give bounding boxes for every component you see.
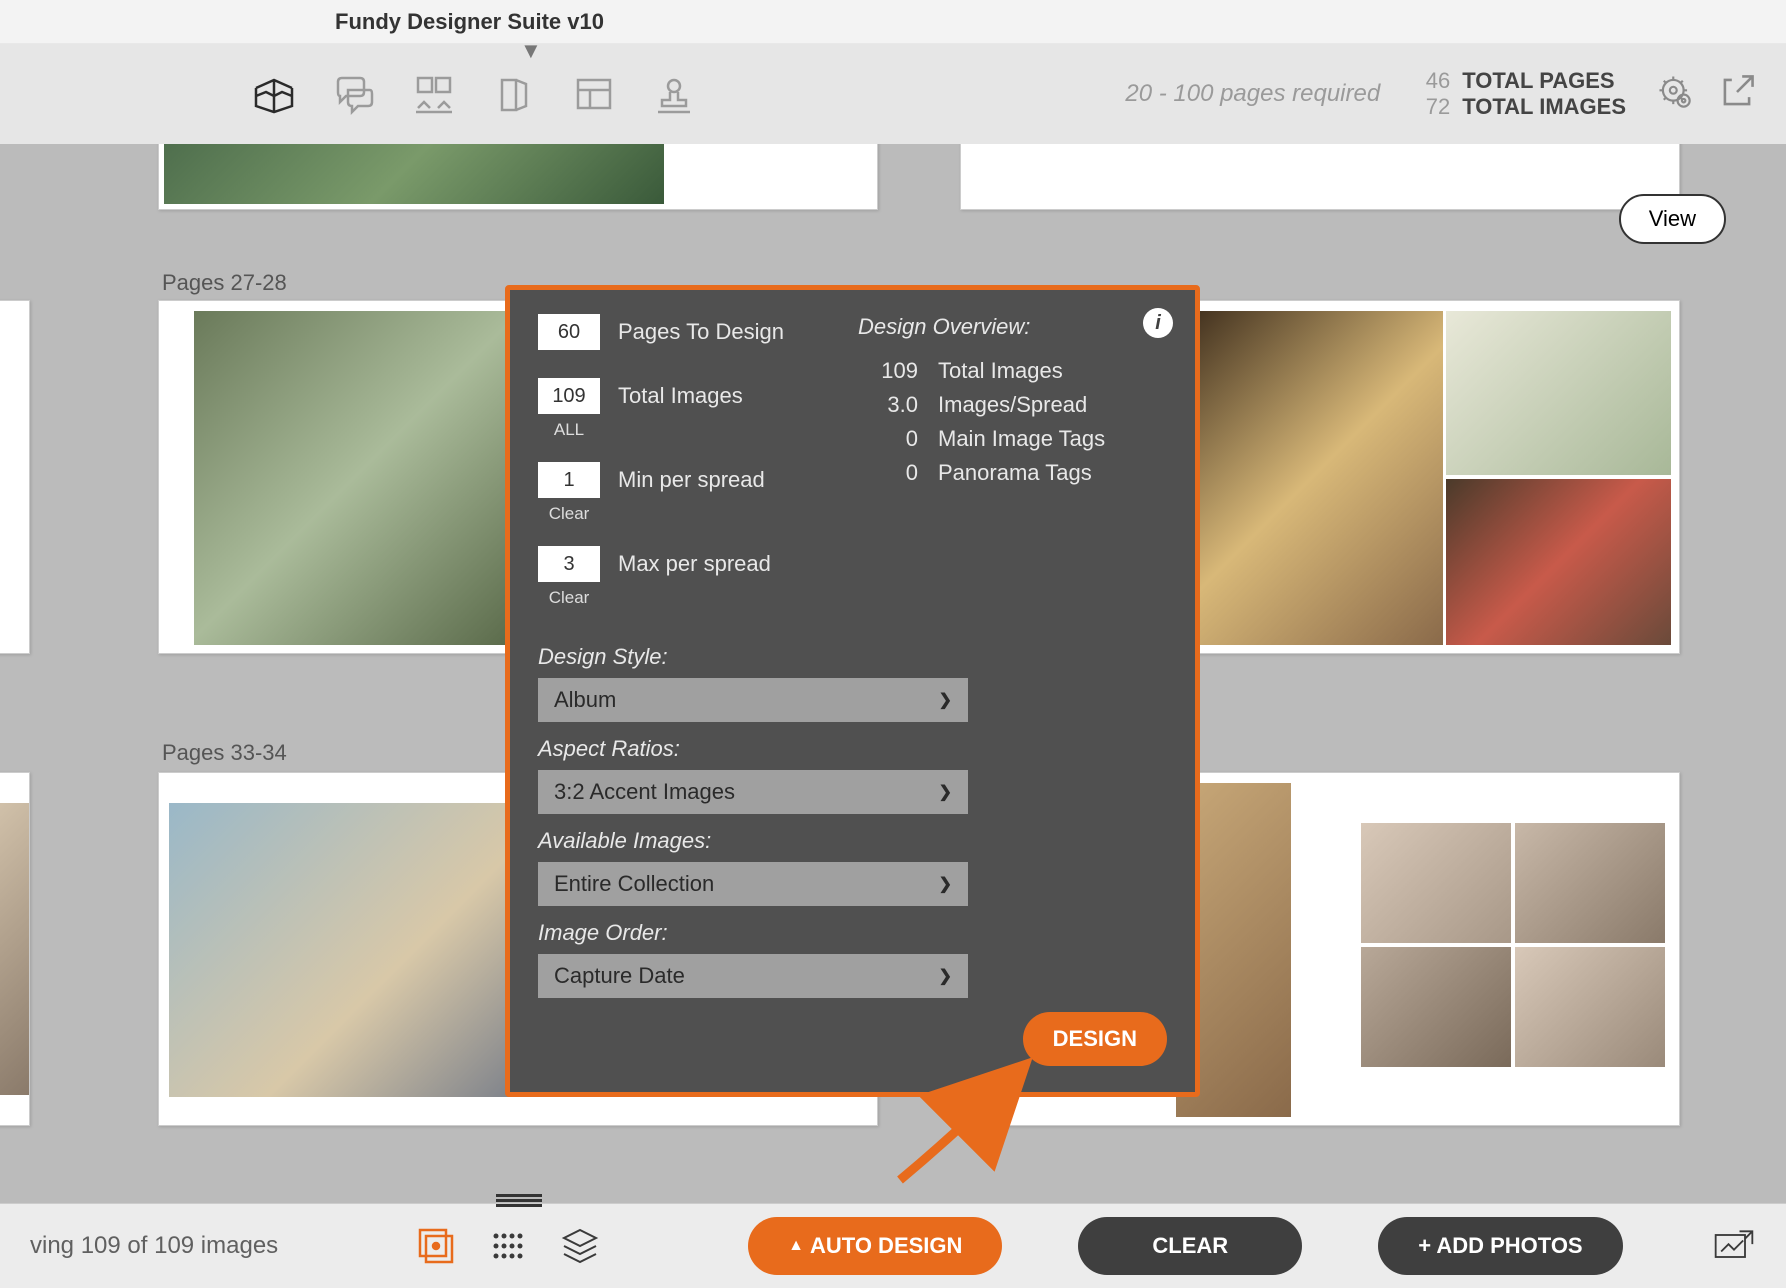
settings-icon[interactable] xyxy=(1656,73,1694,116)
layers-icon[interactable] xyxy=(558,1224,602,1268)
wall-art-icon[interactable] xyxy=(410,70,458,118)
min-per-spread-input[interactable] xyxy=(538,462,600,498)
pages-to-design-label: Pages To Design xyxy=(618,319,784,345)
aspect-ratios-label: Aspect Ratios: xyxy=(538,736,1167,762)
grid-icon[interactable] xyxy=(570,70,618,118)
caret-down-icon: ▼ xyxy=(520,38,542,64)
pages-to-design-input[interactable] xyxy=(538,314,600,350)
spread-label-27: Pages 27-28 xyxy=(162,270,287,296)
available-images-label: Available Images: xyxy=(538,828,1167,854)
min-clear-button[interactable]: Clear xyxy=(538,504,600,524)
ov-pano-tags-num: 0 xyxy=(858,460,918,486)
image-order-label: Image Order: xyxy=(538,920,1167,946)
spread-partial-left-1[interactable] xyxy=(0,300,30,654)
pages-required-text: 20 - 100 pages required xyxy=(1125,80,1380,108)
chevron-right-icon: ❯ xyxy=(939,966,952,986)
total-pages-count: 46 xyxy=(1410,68,1450,94)
stamp-icon[interactable] xyxy=(650,70,698,118)
total-pages-label: TOTAL PAGES xyxy=(1462,68,1614,94)
auto-design-label: AUTO DESIGN xyxy=(810,1233,962,1259)
main-toolbar: ▼ 20 - 100 pages required 46TOTAL PAGES … xyxy=(0,44,1786,144)
album-view-icon[interactable] xyxy=(250,70,298,118)
add-photos-button[interactable]: + ADD PHOTOS xyxy=(1378,1217,1622,1275)
image-order-dropdown[interactable]: Capture Date ❯ xyxy=(538,954,968,998)
collection-icon[interactable] xyxy=(414,1224,458,1268)
bottom-toolbar: ving 109 of 109 images ▲ AUTO DESIGN CLE… xyxy=(0,1203,1786,1288)
min-per-spread-label: Min per spread xyxy=(618,467,765,493)
total-images-modal-label: Total Images xyxy=(618,383,743,409)
chevron-right-icon: ❯ xyxy=(939,690,952,710)
image-count-status: ving 109 of 109 images xyxy=(30,1232,278,1260)
max-clear-button[interactable]: Clear xyxy=(538,588,600,608)
design-button[interactable]: DESIGN xyxy=(1023,1012,1167,1066)
ov-total-images-num: 109 xyxy=(858,358,918,384)
ov-main-tags-lbl: Main Image Tags xyxy=(938,426,1105,452)
max-per-spread-input[interactable] xyxy=(538,546,600,582)
cards-icon[interactable] xyxy=(490,70,538,118)
auto-design-modal: i Pages To Design Total Images ALL Min p… xyxy=(505,285,1200,1097)
app-title: Fundy Designer Suite v10 xyxy=(335,9,604,35)
ov-total-images-lbl: Total Images xyxy=(938,358,1063,384)
auto-design-button[interactable]: ▲ AUTO DESIGN xyxy=(748,1217,1002,1275)
clear-button[interactable]: CLEAR xyxy=(1078,1217,1302,1275)
drag-handle-icon[interactable] xyxy=(496,1194,542,1204)
chevron-up-icon: ▲ xyxy=(788,1237,804,1255)
aspect-ratios-value: 3:2 Accent Images xyxy=(554,779,735,805)
image-order-value: Capture Date xyxy=(554,963,685,989)
add-photos-label: + ADD PHOTOS xyxy=(1418,1233,1582,1259)
ov-images-spread-num: 3.0 xyxy=(858,392,918,418)
spread-label-33: Pages 33-34 xyxy=(162,740,287,766)
export-icon[interactable] xyxy=(1712,1224,1756,1268)
chevron-right-icon: ❯ xyxy=(939,782,952,802)
all-button[interactable]: ALL xyxy=(538,420,600,440)
external-link-icon[interactable] xyxy=(1718,73,1756,116)
page-stats: 46 TOTAL PAGES 72 TOTAL IMAGES xyxy=(1410,68,1626,120)
design-overview-title: Design Overview: xyxy=(858,314,1167,340)
spread-partial-left-2[interactable] xyxy=(0,772,30,1126)
view-button[interactable]: View xyxy=(1619,194,1726,244)
chat-icon[interactable] xyxy=(330,70,378,118)
design-style-dropdown[interactable]: Album ❯ xyxy=(538,678,968,722)
available-images-value: Entire Collection xyxy=(554,871,714,897)
ov-pano-tags-lbl: Panorama Tags xyxy=(938,460,1092,486)
dots-grid-icon[interactable] xyxy=(486,1224,530,1268)
total-images-count: 72 xyxy=(1410,94,1450,120)
max-per-spread-label: Max per spread xyxy=(618,551,771,577)
design-style-value: Album xyxy=(554,687,616,713)
design-style-label: Design Style: xyxy=(538,644,1167,670)
info-icon[interactable]: i xyxy=(1143,308,1173,338)
spread-partial-top-1[interactable] xyxy=(158,144,878,210)
total-images-input[interactable] xyxy=(538,378,600,414)
total-images-label: TOTAL IMAGES xyxy=(1462,94,1626,120)
titlebar: Fundy Designer Suite v10 xyxy=(0,0,1786,44)
available-images-dropdown[interactable]: Entire Collection ❯ xyxy=(538,862,968,906)
ov-main-tags-num: 0 xyxy=(858,426,918,452)
clear-label: CLEAR xyxy=(1118,1233,1262,1259)
ov-images-spread-lbl: Images/Spread xyxy=(938,392,1087,418)
spread-partial-top-2[interactable] xyxy=(960,144,1680,210)
chevron-right-icon: ❯ xyxy=(939,874,952,894)
aspect-ratios-dropdown[interactable]: 3:2 Accent Images ❯ xyxy=(538,770,968,814)
